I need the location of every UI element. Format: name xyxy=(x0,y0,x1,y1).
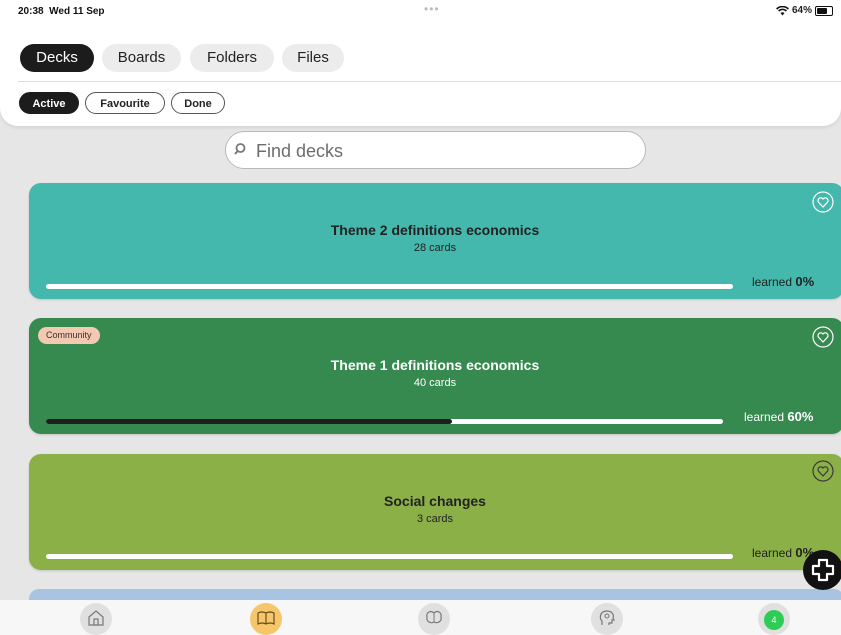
deck-title: Theme 2 definitions economics xyxy=(330,222,540,238)
nav-decks[interactable] xyxy=(250,603,282,635)
community-badge: Community xyxy=(38,327,100,344)
header-panel: Decks Boards Folders Files Active Favour… xyxy=(0,24,841,126)
header-divider xyxy=(18,81,841,82)
filter-active[interactable]: Active xyxy=(19,92,79,114)
learned-label: learned 60% xyxy=(744,409,814,424)
deck-card-count: 40 cards xyxy=(413,377,457,389)
status-bar: 20:38 Wed 11 Sep ••• 64% xyxy=(0,0,841,24)
favourite-heart-icon[interactable] xyxy=(812,191,834,213)
nav-notifications[interactable]: 4 xyxy=(758,603,790,635)
wifi-icon xyxy=(776,5,789,15)
deck-card[interactable]: Theme 2 definitions economics 28 cards l… xyxy=(29,183,841,299)
filter-favourite[interactable]: Favourite xyxy=(85,92,165,114)
progress-bar xyxy=(46,554,733,559)
battery-icon xyxy=(815,5,833,16)
deck-card[interactable]: Community Theme 1 definitions economics … xyxy=(29,318,841,434)
progress-bar xyxy=(46,419,723,424)
bottom-tab-bar: 4 xyxy=(0,600,841,635)
tab-boards[interactable]: Boards xyxy=(102,44,181,72)
deck-card-count: 3 cards xyxy=(416,513,454,525)
learned-label: learned 0% xyxy=(752,274,815,289)
favourite-heart-icon[interactable] xyxy=(812,326,834,348)
deck-card-count: 28 cards xyxy=(413,242,457,254)
plus-icon xyxy=(811,558,835,582)
progress-bar xyxy=(46,284,733,289)
deck-title: Theme 1 definitions economics xyxy=(330,357,540,373)
nav-learn[interactable] xyxy=(418,603,450,635)
add-deck-button[interactable] xyxy=(803,550,841,590)
notification-badge: 4 xyxy=(764,610,784,630)
tab-files[interactable]: Files xyxy=(282,44,344,72)
battery-percent: 64% xyxy=(791,5,812,16)
home-icon xyxy=(88,610,104,626)
search-input[interactable] xyxy=(254,138,628,164)
head-icon xyxy=(599,610,615,625)
tab-folders[interactable]: Folders xyxy=(190,44,274,72)
progress-fill xyxy=(46,419,453,424)
status-right: 64% xyxy=(776,5,833,16)
book-icon xyxy=(257,611,275,625)
tab-decks[interactable]: Decks xyxy=(20,44,94,72)
status-time: 20:38 Wed 11 Sep xyxy=(18,6,105,17)
nav-profile[interactable] xyxy=(591,603,623,635)
filter-done[interactable]: Done xyxy=(171,92,225,114)
favourite-heart-icon[interactable] xyxy=(812,460,834,482)
multitasking-dots[interactable]: ••• xyxy=(424,2,440,16)
nav-home[interactable] xyxy=(80,603,112,635)
search-icon xyxy=(234,143,246,155)
deck-card[interactable]: Social changes 3 cards learned 0% xyxy=(29,454,841,570)
brain-icon xyxy=(426,611,442,624)
search-box[interactable] xyxy=(225,131,646,169)
deck-title: Social changes xyxy=(384,493,486,509)
